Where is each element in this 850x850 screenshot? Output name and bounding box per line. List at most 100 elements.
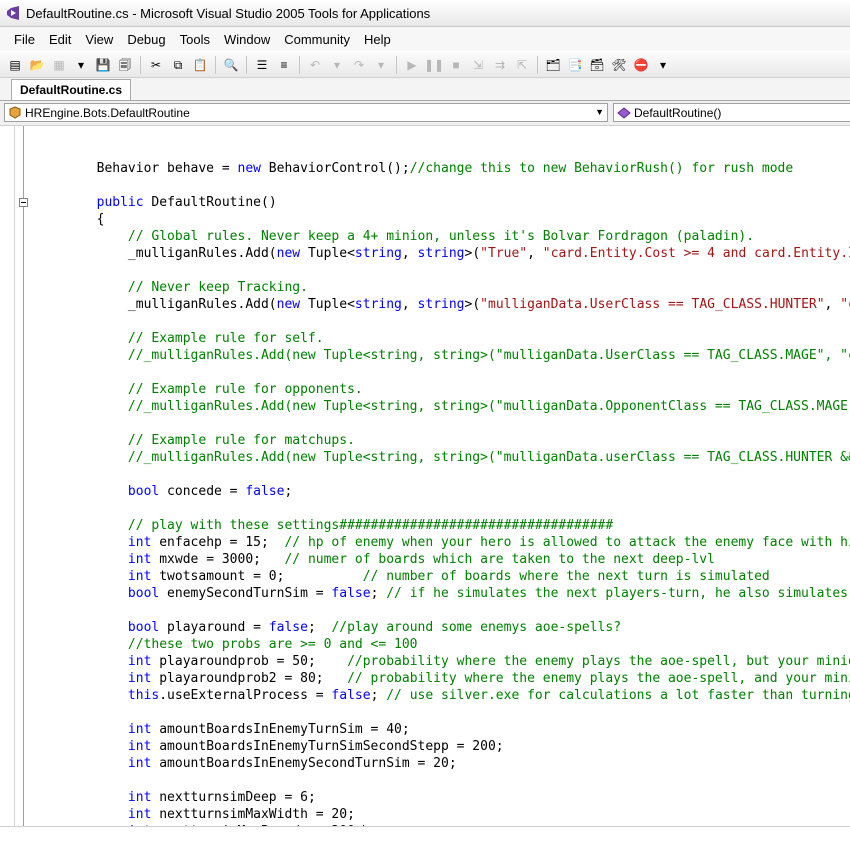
code-line[interactable]: { (34, 211, 105, 228)
keyword-token: string (354, 297, 402, 312)
menu-tools[interactable]: Tools (173, 32, 217, 47)
code-line[interactable]: //_mulliganRules.Add(new Tuple<string, s… (34, 449, 850, 466)
step-over-icon[interactable]: ⇉ (492, 57, 508, 73)
toolbox-icon[interactable]: 🛠 (611, 57, 627, 73)
code-line[interactable]: //_mulliganRules.Add(new Tuple<string, s… (34, 347, 850, 364)
menu-community[interactable]: Community (277, 32, 357, 47)
menu-debug[interactable]: Debug (120, 32, 172, 47)
comment-lines-icon[interactable]: ☰ (254, 57, 270, 73)
window-title: DefaultRoutine.cs - Microsoft Visual Stu… (26, 5, 431, 21)
dropdown-arrow-icon[interactable]: ▾ (373, 57, 389, 73)
code-line[interactable]: Behavior behave = new BehaviorControl();… (34, 160, 794, 177)
new-project-icon[interactable]: ▤ (7, 57, 23, 73)
open-file-icon[interactable]: 📂 (29, 57, 45, 73)
menu-file[interactable]: File (7, 32, 42, 47)
code-token: mxwde = 3000; (151, 552, 285, 567)
editor-bottom-border (0, 826, 850, 827)
code-line[interactable]: int mxwde = 3000; // numer of boards whi… (34, 551, 715, 568)
code-line[interactable]: // Example rule for opponents. (34, 381, 363, 398)
code-editor[interactable]: Behavior behave = new BehaviorControl();… (34, 126, 850, 826)
keyword-token: int (127, 739, 152, 754)
start-debugging-icon[interactable]: ▶ (404, 57, 420, 73)
code-line[interactable]: //these two probs are >= 0 and <= 100 (34, 636, 418, 653)
stop-debugging-icon[interactable]: ■ (448, 57, 464, 73)
code-token: .useExternalProcess = (159, 688, 332, 703)
menu-edit[interactable]: Edit (42, 32, 78, 47)
properties-window-icon[interactable]: 📑 (567, 57, 583, 73)
error-list-icon[interactable]: ⛔ (633, 57, 649, 73)
paste-icon[interactable]: 📋 (192, 57, 208, 73)
step-into-icon[interactable]: ⇲ (470, 57, 486, 73)
code-line[interactable]: bool playaround = false; //play around s… (34, 619, 621, 636)
chevron-down-icon[interactable]: ▼ (595, 104, 604, 121)
dropdown-arrow-icon[interactable]: ▾ (73, 57, 89, 73)
code-line[interactable]: int playaroundprob = 50; //probability w… (34, 653, 850, 670)
comment-token: // Example rule for self. (34, 331, 324, 346)
add-item-icon[interactable]: ▦ (51, 57, 67, 73)
object-browser-icon[interactable]: 🗃 (589, 57, 605, 73)
keyword-token: string (417, 246, 465, 261)
code-line[interactable]: int nextturnsimMaxWidth = 20; (34, 806, 355, 823)
cut-icon[interactable]: ✂ (148, 57, 164, 73)
comment-token: // number of boards where the next turn … (362, 569, 770, 584)
solution-explorer-icon[interactable]: 🗂 (545, 57, 561, 73)
keyword-token: this (127, 688, 160, 703)
tab-defaultroutine-cs[interactable]: DefaultRoutine.cs (11, 79, 132, 100)
dropdown-arrow-icon[interactable]: ▾ (329, 57, 345, 73)
code-line[interactable]: // Global rules. Never keep a 4+ minion,… (34, 228, 754, 245)
save-icon[interactable]: 💾 (95, 57, 111, 73)
type-combo[interactable]: HREngine.Bots.DefaultRoutine ▼ (4, 103, 608, 122)
code-line[interactable]: int playaroundprob2 = 80; // probability… (34, 670, 850, 687)
code-line[interactable]: int enfacehp = 15; // hp of enemy when y… (34, 534, 850, 551)
code-token: twotsamount = 0; (151, 569, 363, 584)
find-icon[interactable]: 🔍 (223, 57, 239, 73)
comment-token: //_mulliganRules.Add(new Tuple<string, s… (127, 399, 850, 414)
collapse-region-icon[interactable] (19, 198, 28, 207)
code-line[interactable]: _mulliganRules.Add(new Tuple<string, str… (34, 245, 850, 262)
code-line[interactable]: // Example rule for matchups. (34, 432, 355, 449)
copy-icon[interactable]: ⧉ (170, 57, 186, 73)
code-line[interactable]: // play with these settings#############… (34, 517, 613, 534)
code-token: ; (370, 586, 387, 601)
code-line[interactable]: this.useExternalProcess = false; // use … (34, 687, 850, 704)
code-line[interactable]: public DefaultRoutine() (34, 194, 277, 211)
comment-token: // numer of boards which are taken to th… (284, 552, 715, 567)
menu-help[interactable]: Help (357, 32, 398, 47)
comment-token: // use silver.exe for calculations a lot… (386, 688, 850, 703)
code-line[interactable]: int amountBoardsInEnemyTurnSim = 40; (34, 721, 410, 738)
menu-view[interactable]: View (78, 32, 120, 47)
code-line[interactable]: int twotsamount = 0; // number of boards… (34, 568, 770, 585)
toolbar-separator (215, 55, 216, 74)
toolbar-options-icon[interactable]: ▾ (655, 57, 671, 73)
code-line[interactable]: bool enemySecondTurnSim = false; // if h… (34, 585, 850, 602)
member-combo[interactable]: DefaultRoutine() (613, 103, 850, 122)
code-line[interactable]: int amountBoardsInEnemySecondTurnSim = 2… (34, 755, 457, 772)
break-all-icon[interactable]: ❚❚ (424, 57, 444, 73)
selection-margin (0, 126, 15, 826)
comment-token: //_mulliganRules.Add(new Tuple<string, s… (127, 450, 850, 465)
code-line[interactable]: // Example rule for self. (34, 330, 324, 347)
code-line[interactable]: //_mulliganRules.Add(new Tuple<string, s… (34, 398, 850, 415)
code-line[interactable]: bool concede = false; (34, 483, 292, 500)
redo-icon[interactable]: ↷ (351, 57, 367, 73)
menu-window[interactable]: Window (217, 32, 277, 47)
keyword-token: int (127, 790, 152, 805)
code-line[interactable]: // Never keep Tracking. (34, 279, 308, 296)
undo-icon[interactable]: ↶ (307, 57, 323, 73)
step-out-icon[interactable]: ⇱ (514, 57, 530, 73)
menu-bar: File Edit View Debug Tools Window Commun… (0, 27, 850, 51)
code-line[interactable]: int amountBoardsInEnemyTurnSimSecondStep… (34, 738, 504, 755)
code-token: Tuple< (300, 246, 355, 261)
code-line[interactable]: _mulliganRules.Add(new Tuple<string, str… (34, 296, 850, 313)
keyword-token: int (127, 756, 152, 771)
uncomment-lines-icon[interactable]: ≡ (276, 57, 292, 73)
save-all-icon[interactable]: 🗐 (117, 57, 133, 73)
code-line[interactable]: int nextturnsimDeep = 6; (34, 789, 316, 806)
